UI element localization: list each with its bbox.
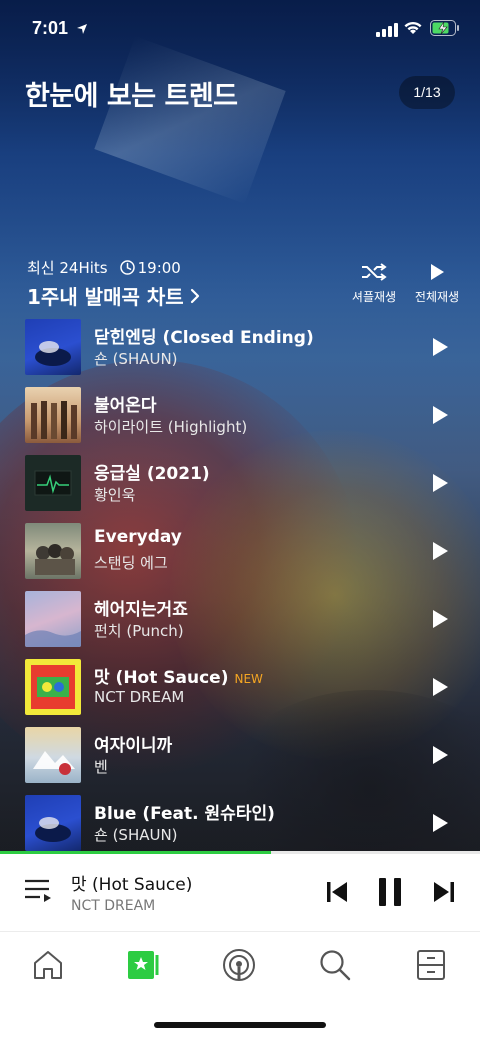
- shuffle-icon: [362, 263, 387, 281]
- now-playing-artist: NCT DREAM: [71, 898, 156, 914]
- song-row[interactable]: 응급실 (2021) 황인욱: [0, 455, 480, 523]
- song-title: 불어온다: [94, 396, 157, 416]
- status-time: 7:01: [32, 18, 69, 38]
- battery-charging-icon: [430, 20, 460, 40]
- playlist-queue-icon[interactable]: [24, 878, 52, 904]
- mini-player[interactable]: 맛 (Hot Sauce) NCT DREAM: [0, 854, 480, 932]
- tab-podcast[interactable]: [214, 945, 264, 985]
- location-arrow-icon: [76, 20, 88, 39]
- play-all-label: 전체재생: [414, 290, 460, 304]
- previous-track-icon[interactable]: [325, 880, 349, 904]
- home-icon: [34, 951, 62, 979]
- song-artist: 펀치 (Punch): [94, 622, 184, 640]
- album-art: [25, 591, 81, 647]
- album-art: [25, 319, 81, 375]
- play-icon[interactable]: [428, 539, 452, 563]
- tab-home[interactable]: [23, 945, 73, 985]
- chart-subtitle: 최신 24Hits: [27, 259, 108, 277]
- shuffle-label: 셔플재생: [351, 290, 397, 304]
- album-art: [25, 455, 81, 511]
- next-track-icon[interactable]: [432, 880, 456, 904]
- cellular-signal-icon: [376, 22, 398, 41]
- search-icon: [320, 950, 351, 981]
- tab-chart[interactable]: [119, 945, 169, 985]
- play-icon[interactable]: [428, 403, 452, 427]
- song-row[interactable]: 맛 (Hot Sauce) NEW NCT DREAM: [0, 659, 480, 727]
- play-all-button[interactable]: 전체재생: [407, 258, 467, 305]
- chart-title-link[interactable]: 1주내 발매곡 차트: [27, 281, 200, 310]
- album-art: [25, 659, 81, 715]
- song-artist: 벤: [94, 758, 108, 776]
- page-indicator: 1/13: [399, 76, 455, 109]
- song-title: Blue (Feat. 원슈타인): [94, 804, 275, 824]
- song-title: 응급실 (2021): [94, 464, 210, 484]
- page-title: 한눈에 보는 트렌드: [25, 81, 238, 112]
- album-art: [25, 727, 81, 783]
- song-row[interactable]: 헤어지는거죠 펀치 (Punch): [0, 591, 480, 659]
- new-badge: NEW: [234, 672, 263, 686]
- wifi-icon: [403, 20, 423, 39]
- chart-subtitle-row: 최신 24Hits 19:00: [27, 257, 181, 278]
- song-title: 여자이니까: [94, 736, 173, 756]
- song-artist: 숀 (SHAUN): [94, 350, 178, 368]
- tab-library[interactable]: [406, 945, 456, 985]
- shuffle-play-button[interactable]: 셔플재생: [344, 258, 404, 305]
- chart-icon: [128, 951, 159, 979]
- play-icon[interactable]: [428, 335, 452, 359]
- play-icon: [431, 264, 444, 280]
- status-bar: 7:01: [0, 0, 480, 56]
- album-art: [25, 523, 81, 579]
- song-artist: 숀 (SHAUN): [94, 826, 178, 844]
- pause-icon[interactable]: [377, 876, 403, 908]
- chart-title: 1주내 발매곡 차트: [27, 285, 184, 309]
- play-icon[interactable]: [428, 471, 452, 495]
- song-title: Everyday: [94, 527, 182, 547]
- song-title: 헤어지는거죠: [94, 600, 188, 620]
- library-icon: [417, 950, 445, 980]
- chevron-right-icon: [190, 288, 199, 303]
- song-artist: 황인욱: [94, 486, 136, 504]
- song-row[interactable]: 여자이니까 벤: [0, 727, 480, 795]
- update-time: 19:00: [119, 258, 181, 277]
- song-row[interactable]: 불어온다 하이라이트 (Highlight): [0, 387, 480, 455]
- tab-search[interactable]: [310, 945, 360, 985]
- play-icon[interactable]: [428, 675, 452, 699]
- home-indicator: [154, 1022, 326, 1028]
- now-playing-title: 맛 (Hot Sauce): [71, 875, 193, 895]
- podcast-icon: [223, 949, 255, 981]
- song-title-text: 맛 (Hot Sauce): [94, 668, 229, 688]
- song-artist: 하이라이트 (Highlight): [94, 418, 248, 436]
- song-row[interactable]: Everyday 스탠딩 에그: [0, 523, 480, 591]
- clock-icon: [119, 260, 135, 275]
- song-artist: 스탠딩 에그: [94, 554, 168, 572]
- song-row[interactable]: 닫힌엔딩 (Closed Ending) 숀 (SHAUN): [0, 319, 480, 387]
- play-icon[interactable]: [428, 811, 452, 835]
- play-icon[interactable]: [428, 607, 452, 631]
- song-artist: NCT DREAM: [94, 688, 185, 706]
- update-time-label: 19:00: [137, 258, 181, 277]
- song-title: 닫힌엔딩 (Closed Ending): [94, 328, 314, 348]
- album-art: [25, 387, 81, 443]
- play-icon[interactable]: [428, 743, 452, 767]
- album-art: [25, 795, 81, 851]
- song-title: 맛 (Hot Sauce) NEW: [94, 663, 263, 688]
